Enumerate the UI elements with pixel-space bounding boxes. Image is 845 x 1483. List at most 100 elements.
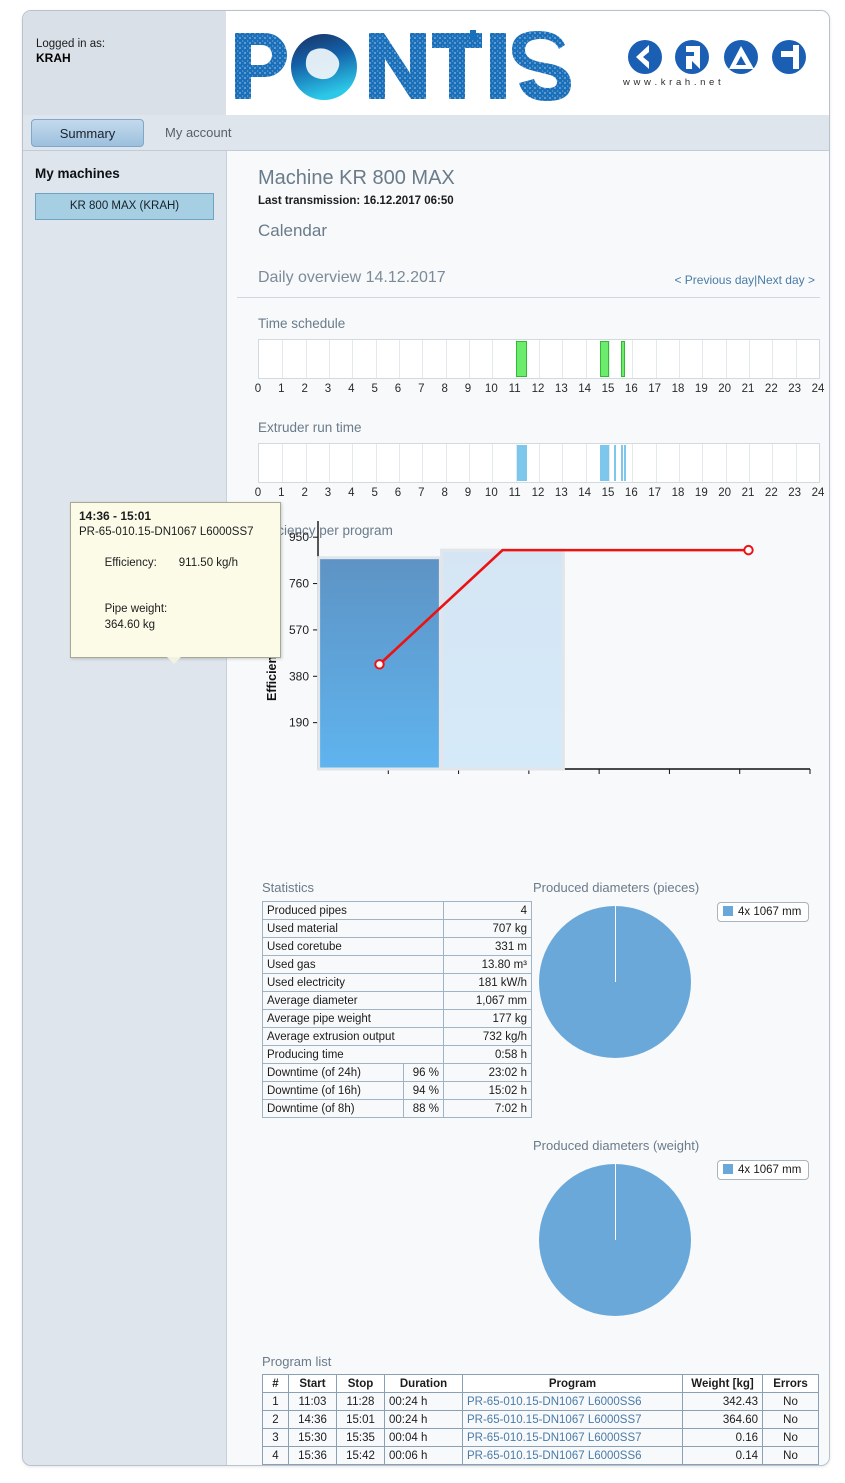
hour-gridline [796,444,797,482]
sidebar-item-kr800max[interactable]: KR 800 MAX (KRAH) [35,193,214,220]
schedule-tooltip: 14:36 - 15:01 PR-65-010.15-DN1067 L6000S… [70,502,281,658]
schedule-segment[interactable] [600,341,610,377]
krah-logo[interactable]: w w w . k r a h . n e t [623,37,813,95]
tab-summary[interactable]: Summary [31,119,144,147]
table-row: Average diameter1,067 mm [263,992,532,1010]
hour-gridline [329,444,330,482]
row-errors: No [763,1429,819,1447]
time-schedule-title: Time schedule [258,316,345,331]
stat-value: 15:02 h [444,1082,532,1100]
axis-tick-label: 22 [760,487,782,499]
efficiency-chart-svg: 190380570760950Efficiency [kg/h] [258,511,820,801]
pie-slice-divider [615,1164,616,1240]
row-program-link[interactable]: PR-65-010.15-DN1067 L6000SS6 [463,1447,683,1465]
tooltip-efficiency-value: 911.50 kg/h [179,557,238,569]
row-program-link[interactable]: PR-65-010.15-DN1067 L6000SS6 [463,1393,683,1411]
hour-gridline [679,340,680,378]
axis-tick-label: 12 [527,487,549,499]
hour-gridline [422,444,423,482]
stat-label: Used electricity [263,974,444,992]
pie-pieces-legend: 4x 1067 mm [717,902,809,922]
stat-label: Used coretube [263,938,444,956]
axis-tick-label: 14 [574,487,596,499]
column-header: Stop [337,1375,385,1393]
stat-value: 13.80 m³ [444,956,532,974]
logged-in-username: KRAH [36,51,71,65]
table-row: Used gas13.80 m³ [263,956,532,974]
axis-tick-label: 20 [714,383,736,395]
hour-gridline [422,340,423,378]
tooltip-time-range: 14:36 - 15:01 [79,509,272,525]
row-stop: 11:28 [337,1393,385,1411]
axis-tick-label: 15 [597,487,619,499]
hour-gridline [446,340,447,378]
axis-tick-label: 1 [270,487,292,499]
axis-tick-label: 18 [667,383,689,395]
next-day-link[interactable]: Next day > [757,273,815,287]
hour-gridline [749,340,750,378]
hour-gridline [772,340,773,378]
column-header: Errors [763,1375,819,1393]
row-weight: 342.43 [683,1393,763,1411]
table-row: Used material707 kg [263,920,532,938]
previous-day-link[interactable]: < Previous day [674,273,754,287]
y-axis-tick-label: 760 [289,577,309,591]
last-transmission: Last transmission: 16.12.2017 06:50 [258,195,454,207]
row-stop: 15:01 [337,1411,385,1429]
tooltip-efficiency-row: Efficiency:911.50 kg/h [79,540,272,587]
logged-in-label: Logged in as: [36,37,105,51]
stat-percent: 88 % [404,1100,444,1118]
stat-label: Downtime (of 8h) [263,1100,404,1118]
schedule-segment[interactable] [624,445,626,481]
sidebar-title: My machines [35,166,120,181]
efficiency-bar[interactable] [442,550,564,769]
legend-label: 4x 1067 mm [738,1164,801,1176]
schedule-segment[interactable] [621,445,623,481]
pie-weight-chart[interactable] [539,1164,691,1316]
line-data-point[interactable] [744,546,752,554]
hour-gridline [399,340,400,378]
schedule-segment[interactable] [621,341,626,377]
pie-pieces-chart[interactable] [539,906,691,1058]
hour-gridline [469,444,470,482]
tab-my-account[interactable]: My account [151,119,245,147]
krah-url-text: w w w . k r a h . n e t [623,77,721,88]
hour-gridline [749,444,750,482]
tooltip-arrow-icon [167,657,181,664]
hour-gridline [539,444,540,482]
stat-value: 7:02 h [444,1100,532,1118]
axis-tick-label: 5 [364,487,386,499]
schedule-segment[interactable] [516,341,526,377]
hour-gridline [726,444,727,482]
time-schedule-axis: 0123456789101112131415161718192021222324 [258,383,820,399]
row-weight: 0.14 [683,1447,763,1465]
schedule-segment[interactable] [600,445,610,481]
axis-tick-label: 13 [550,487,572,499]
line-data-point[interactable] [375,660,383,668]
hour-gridline [306,340,307,378]
stat-label: Average diameter [263,992,444,1010]
row-program-link[interactable]: PR-65-010.15-DN1067 L6000SS7 [463,1429,683,1447]
row-start: 15:36 [289,1447,337,1465]
schedule-segment[interactable] [517,445,527,481]
axis-tick-label: 11 [504,383,526,395]
table-row: Downtime (of 8h)88 %7:02 h [263,1100,532,1118]
hour-gridline [726,340,727,378]
efficiency-chart[interactable]: 190380570760950Efficiency [kg/h] [258,511,820,811]
stat-label: Downtime (of 24h) [263,1064,404,1082]
axis-tick-label: 21 [737,487,759,499]
row-weight: 364.60 [683,1411,763,1429]
table-row: Used coretube331 m [263,938,532,956]
tooltip-pipe-weight-label: Pipe weight: [105,603,168,615]
row-program-link[interactable]: PR-65-010.15-DN1067 L6000SS7 [463,1411,683,1429]
row-start: 11:03 [289,1393,337,1411]
row-stop: 15:35 [337,1429,385,1447]
pie-weight-legend: 4x 1067 mm [717,1160,809,1180]
axis-tick-label: 24 [807,383,829,395]
column-header: # [263,1375,289,1393]
time-schedule-bar[interactable] [258,339,820,379]
axis-tick-label: 6 [387,383,409,395]
schedule-segment[interactable] [614,445,616,481]
axis-tick-label: 11 [504,487,526,499]
extruder-run-time-bar[interactable] [258,443,820,483]
